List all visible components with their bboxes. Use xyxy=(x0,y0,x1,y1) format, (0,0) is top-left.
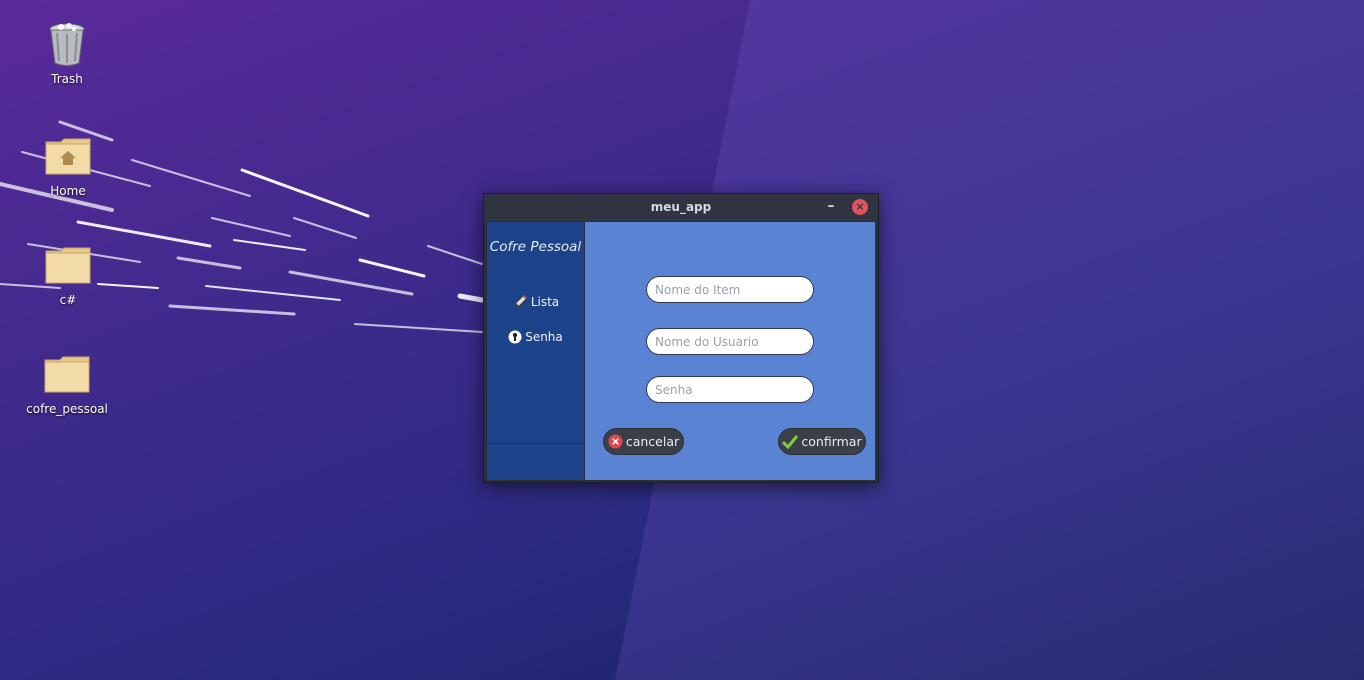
desktop: Trash Home c# cofre_pessoal meu_app – × … xyxy=(0,0,1364,680)
trash-icon xyxy=(43,20,91,68)
sidebar-item-label: Lista xyxy=(530,295,560,309)
desktop-icon-label: Trash xyxy=(51,72,83,86)
app-window: meu_app – × Cofre Pessoal Lista Senha No… xyxy=(483,193,879,483)
desktop-icon-cofre-pessoal[interactable]: cofre_pessoal xyxy=(17,350,117,416)
home-folder-icon xyxy=(44,132,92,180)
sidebar-item-label: Senha xyxy=(525,330,563,344)
desktop-icon-trash[interactable]: Trash xyxy=(17,20,117,86)
sidebar-item-senha[interactable]: Senha xyxy=(487,330,584,344)
sidebar-divider xyxy=(487,443,584,444)
cancel-button[interactable]: cancelar xyxy=(603,428,684,455)
folder-icon xyxy=(44,241,92,289)
confirm-button-label: confirmar xyxy=(801,434,862,449)
pencil-icon xyxy=(512,294,528,310)
sidebar: Cofre Pessoal Lista Senha xyxy=(487,222,584,480)
cancel-button-label: cancelar xyxy=(625,434,680,449)
sidebar-item-lista[interactable]: Lista xyxy=(487,294,584,310)
username-field[interactable] xyxy=(646,328,814,355)
desktop-icon-home[interactable]: Home xyxy=(18,132,118,198)
close-button[interactable]: × xyxy=(852,199,868,215)
desktop-icon-label: cofre_pessoal xyxy=(26,402,108,416)
checkmark-icon xyxy=(782,434,799,449)
cancel-icon xyxy=(608,434,623,449)
keyhole-icon xyxy=(508,330,522,344)
desktop-icon-label: Home xyxy=(50,184,86,198)
desktop-icon-csharp[interactable]: c# xyxy=(18,241,118,307)
sidebar-app-title: Cofre Pessoal xyxy=(489,239,582,255)
window-title: meu_app xyxy=(650,200,712,214)
password-field[interactable] xyxy=(646,376,814,403)
desktop-icon-label: c# xyxy=(59,293,77,307)
form-panel: cancelar confirmar xyxy=(585,222,875,480)
folder-icon xyxy=(43,350,91,398)
minimize-button[interactable]: – xyxy=(823,199,839,215)
confirm-button[interactable]: confirmar xyxy=(778,428,866,455)
window-titlebar[interactable]: meu_app – × xyxy=(484,194,878,221)
item-name-field[interactable] xyxy=(646,276,814,303)
